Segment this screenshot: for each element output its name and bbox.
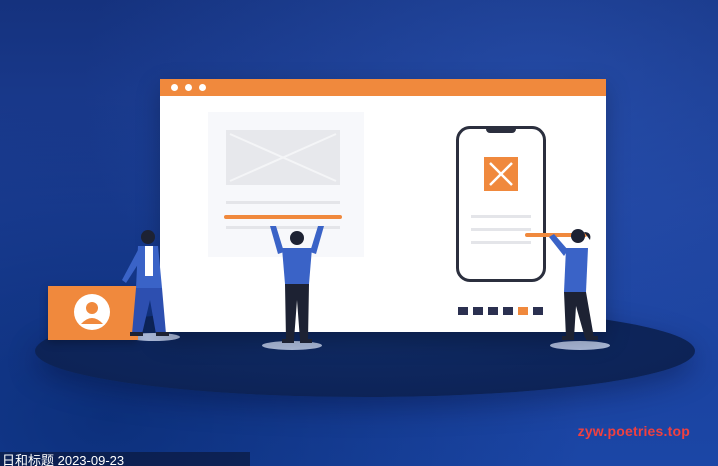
window-dot-1: [171, 84, 178, 91]
highlight-line: [224, 215, 342, 219]
caption-strip: 日和标题 2023-09-23: [0, 452, 250, 466]
person-drawing-figure: [549, 229, 598, 340]
page-dot: [503, 307, 513, 315]
page-dot-active: [518, 307, 528, 315]
browser-title-bar: [160, 79, 606, 96]
person-arms-up-figure: [270, 226, 324, 343]
phone-notch: [486, 128, 516, 133]
person-leaning-figure: [122, 230, 169, 336]
mobile-phone-mockup: [456, 126, 546, 282]
page-dot: [488, 307, 498, 315]
user-avatar-icon: [74, 294, 110, 330]
watermark-text: zyw.poetries.top: [577, 423, 690, 439]
phone-text-line: [471, 228, 531, 231]
page-dot: [473, 307, 483, 315]
window-dot-2: [185, 84, 192, 91]
page-dot: [458, 307, 468, 315]
image-placeholder-icon: [484, 157, 518, 191]
text-line: [226, 201, 340, 204]
window-dot-3: [199, 84, 206, 91]
phone-text-line: [471, 241, 531, 244]
phone-text-line: [471, 215, 531, 218]
image-placeholder-icon: [226, 130, 340, 185]
caption-text: 日和标题 2023-09-23: [2, 453, 125, 466]
